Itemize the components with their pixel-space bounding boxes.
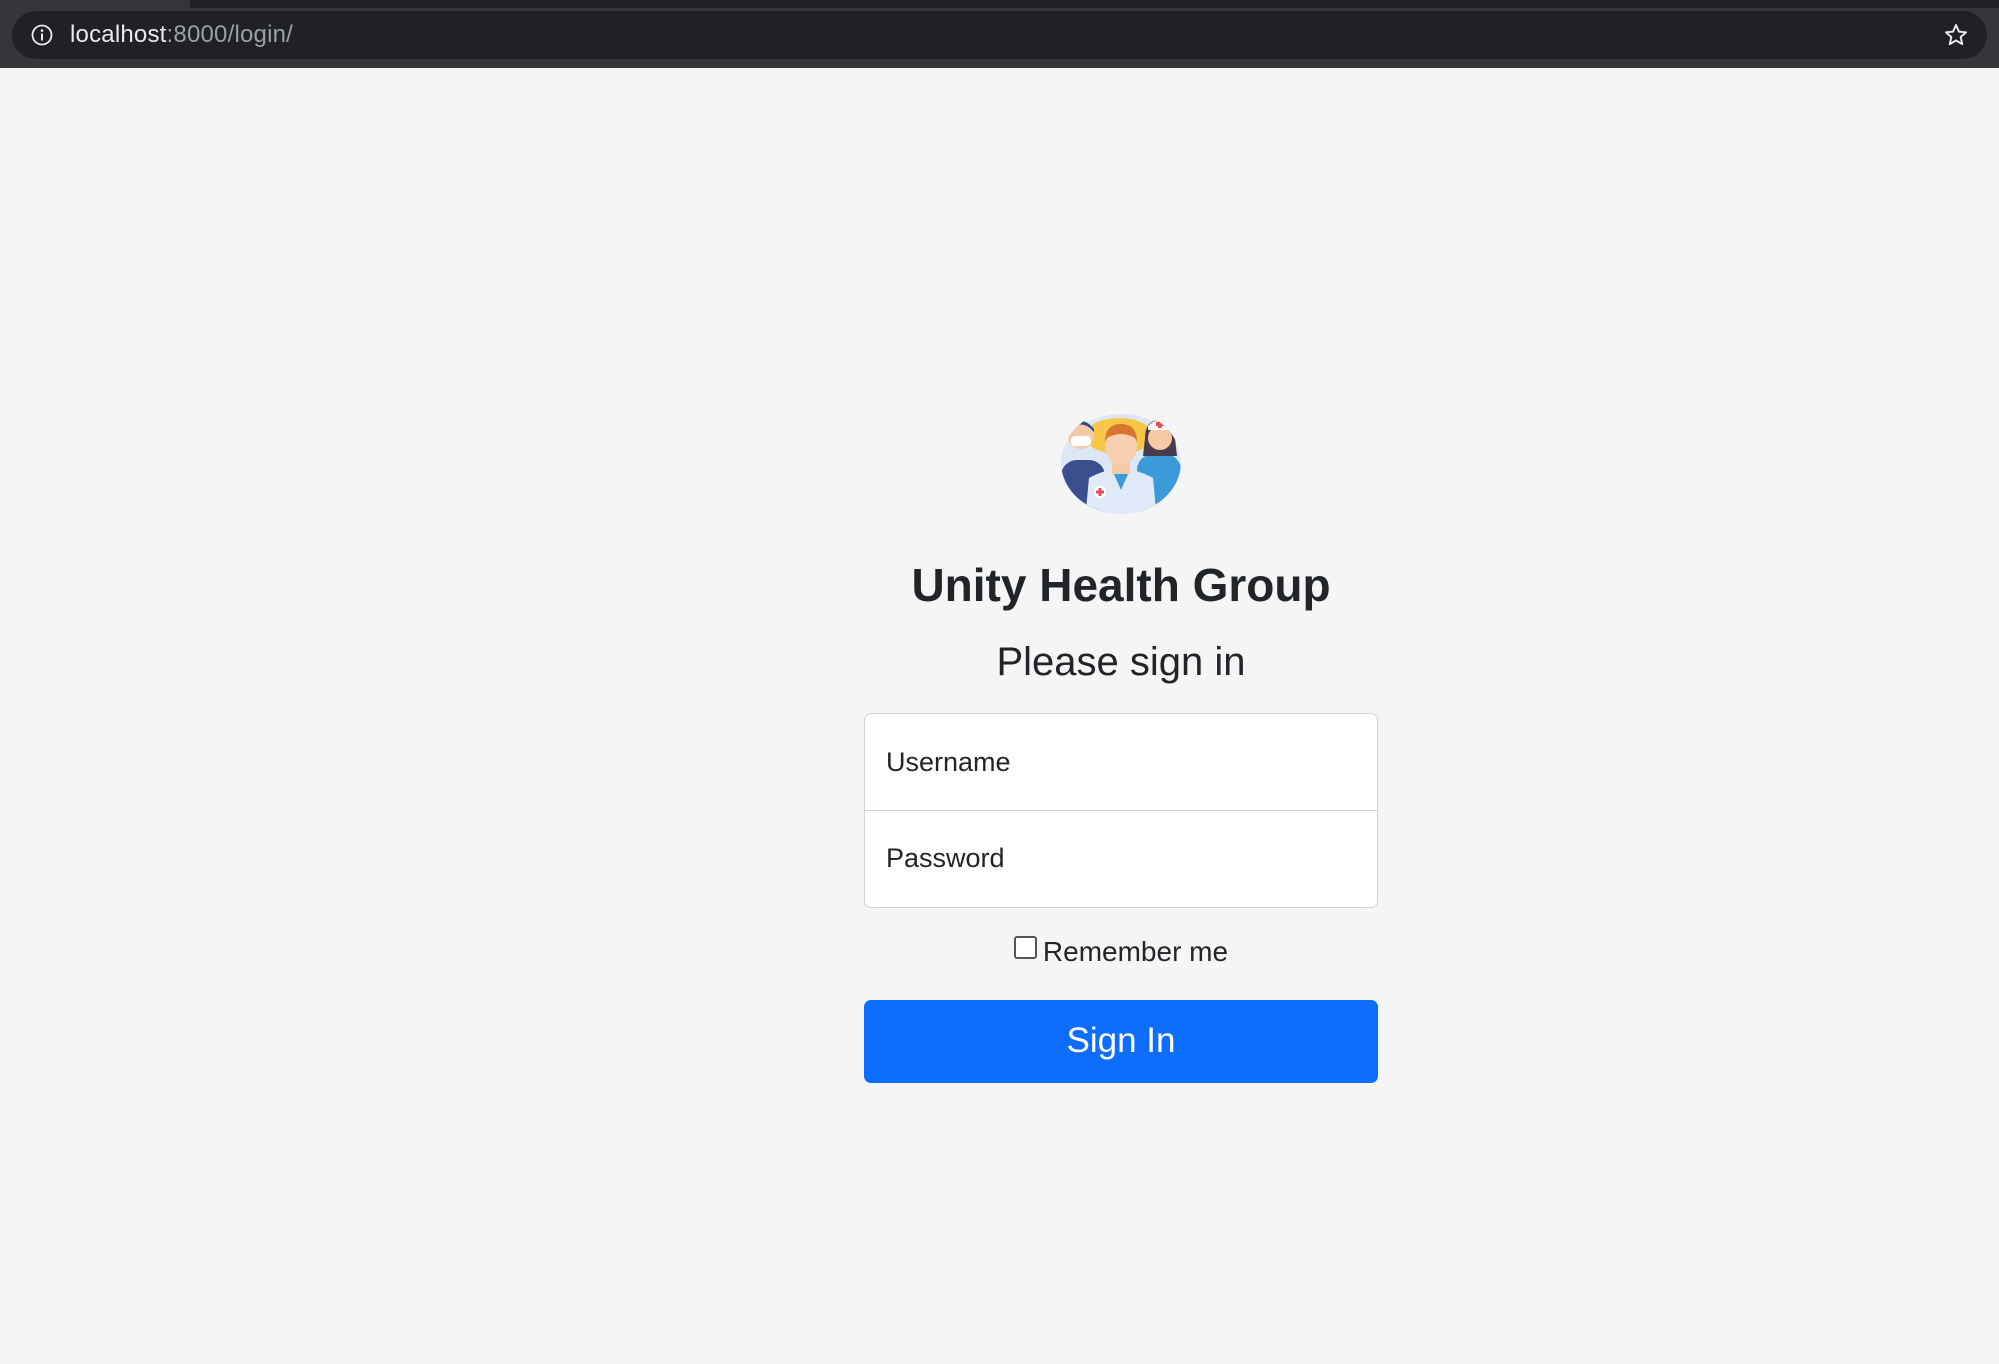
signin-form: Unity Health Group Please sign in Rememb… bbox=[864, 408, 1378, 1083]
medical-team-logo-icon bbox=[1061, 414, 1181, 514]
url-path: :8000/login/ bbox=[166, 21, 294, 48]
credentials-fields bbox=[864, 713, 1378, 908]
login-page: Unity Health Group Please sign in Rememb… bbox=[0, 68, 1999, 1364]
remember-me-row[interactable]: Remember me bbox=[864, 932, 1378, 972]
sign-in-button[interactable]: Sign In bbox=[864, 999, 1378, 1083]
username-field[interactable] bbox=[864, 713, 1378, 811]
password-field[interactable] bbox=[864, 809, 1378, 908]
address-bar[interactable]: localhost:8000/login/ bbox=[12, 11, 1987, 59]
brand-title: Unity Health Group bbox=[911, 559, 1331, 611]
url-host: localhost bbox=[70, 21, 167, 48]
bookmark-star-icon[interactable] bbox=[1943, 22, 1969, 48]
remember-me-label[interactable]: Remember me bbox=[1043, 936, 1228, 967]
browser-toolbar: localhost:8000/login/ bbox=[0, 0, 1999, 68]
signin-heading: Please sign in bbox=[996, 640, 1246, 684]
browser-tab-strip bbox=[190, 0, 1999, 8]
info-icon[interactable] bbox=[30, 23, 54, 47]
url-text[interactable]: localhost:8000/login/ bbox=[70, 11, 293, 59]
remember-me-checkbox[interactable] bbox=[1013, 936, 1037, 959]
